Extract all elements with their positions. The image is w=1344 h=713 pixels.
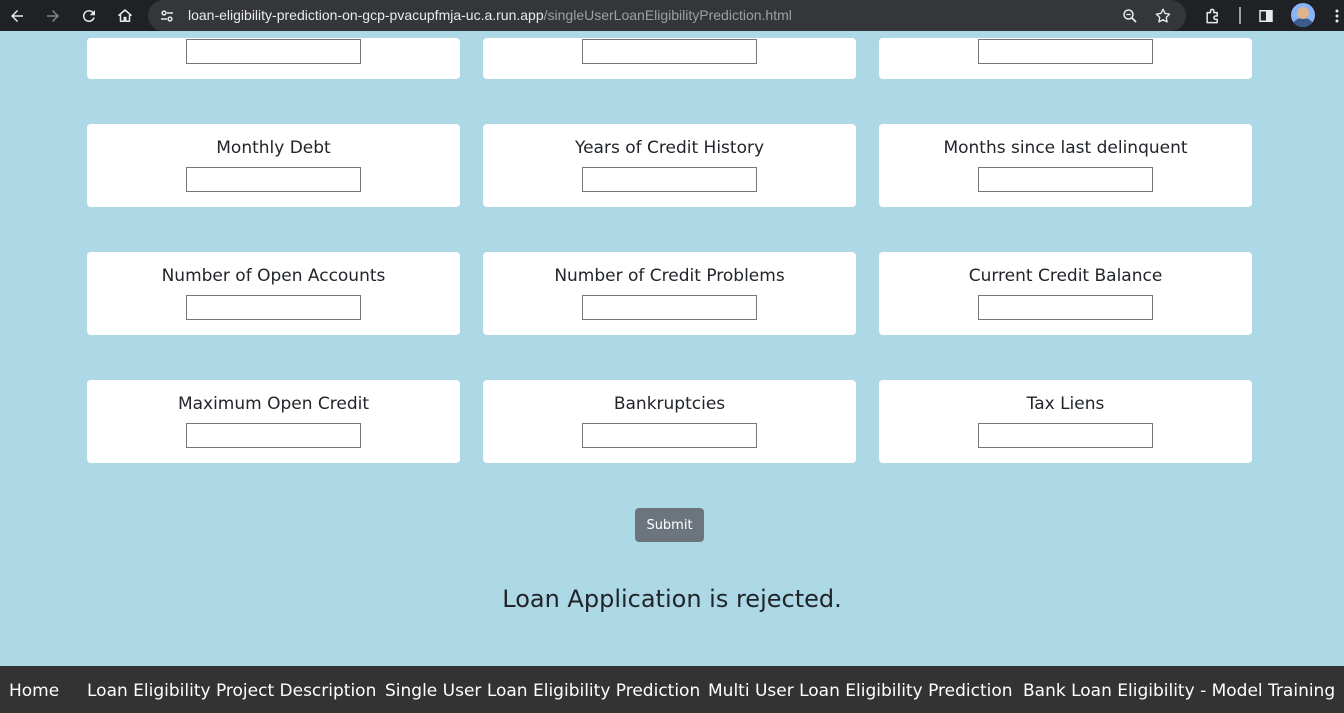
tax-liens-input[interactable] bbox=[978, 423, 1153, 448]
form-card-credit-problems: Number of Credit Problems bbox=[483, 252, 856, 335]
nav-link-project-description[interactable]: Loan Eligibility Project Description bbox=[87, 666, 376, 713]
bookmark-star-icon[interactable] bbox=[1153, 6, 1173, 26]
months-since-delinquent-input[interactable] bbox=[978, 167, 1153, 192]
nav-link-single-user-prediction[interactable]: Single User Loan Eligibility Prediction bbox=[385, 666, 700, 713]
back-icon[interactable] bbox=[2, 0, 32, 31]
form-card-months-since-delinquent: Months since last delinquent bbox=[879, 124, 1252, 207]
url-text[interactable]: loan-eligibility-prediction-on-gcp-pvacu… bbox=[188, 0, 792, 31]
bankruptcies-input[interactable] bbox=[582, 423, 757, 448]
field-label: Bankruptcies bbox=[613, 394, 726, 414]
monthly-debt-input[interactable] bbox=[186, 167, 361, 192]
field-label: Number of Open Accounts bbox=[161, 266, 386, 286]
footer-nav: Home Loan Eligibility Project Descriptio… bbox=[0, 666, 1344, 713]
nav-link-model-training[interactable]: Bank Loan Eligibility - Model Training bbox=[1023, 666, 1335, 713]
credit-balance-input[interactable] bbox=[978, 295, 1153, 320]
menu-kebab-icon[interactable] bbox=[1330, 0, 1344, 31]
submit-button[interactable]: Submit bbox=[635, 508, 704, 542]
profile-avatar[interactable] bbox=[1291, 3, 1315, 27]
form-card-partial-2 bbox=[483, 38, 856, 79]
url-host: loan-eligibility-prediction-on-gcp-pvacu… bbox=[188, 7, 544, 23]
forward-icon[interactable] bbox=[38, 0, 68, 31]
field-label: Months since last delinquent bbox=[943, 138, 1188, 158]
form-card-monthly-debt: Monthly Debt bbox=[87, 124, 460, 207]
field-label: Years of Credit History bbox=[574, 138, 765, 158]
years-credit-history-input[interactable] bbox=[582, 167, 757, 192]
url-path: /singleUserLoanEligibilityPrediction.htm… bbox=[543, 7, 792, 23]
open-accounts-input[interactable] bbox=[186, 295, 361, 320]
field-label: Maximum Open Credit bbox=[177, 394, 370, 414]
nav-link-home[interactable]: Home bbox=[9, 666, 59, 713]
form-card-years-credit-history: Years of Credit History bbox=[483, 124, 856, 207]
field-label: Number of Credit Problems bbox=[554, 266, 785, 286]
form-card-credit-balance: Current Credit Balance bbox=[879, 252, 1252, 335]
zoom-icon[interactable] bbox=[1120, 6, 1140, 26]
field-label: Tax Liens bbox=[1026, 394, 1105, 414]
partial-field-3-input[interactable] bbox=[978, 39, 1153, 64]
form-card-max-open-credit: Maximum Open Credit bbox=[87, 380, 460, 463]
avatar-face bbox=[1297, 7, 1309, 19]
nav-link-multi-user-prediction[interactable]: Multi User Loan Eligibility Prediction bbox=[708, 666, 1013, 713]
partial-field-2-input[interactable] bbox=[582, 39, 757, 64]
form-card-bankruptcies: Bankruptcies bbox=[483, 380, 856, 463]
toolbar-divider bbox=[1239, 7, 1241, 24]
address-bar[interactable]: loan-eligibility-prediction-on-gcp-pvacu… bbox=[148, 0, 1186, 31]
field-label: Current Credit Balance bbox=[968, 266, 1163, 286]
prediction-result: Loan Application is rejected. bbox=[502, 585, 842, 613]
avatar-body bbox=[1293, 18, 1313, 27]
form-card-open-accounts: Number of Open Accounts bbox=[87, 252, 460, 335]
side-panel-icon[interactable] bbox=[1254, 4, 1278, 28]
home-icon[interactable] bbox=[110, 0, 140, 31]
form-card-partial-3 bbox=[879, 38, 1252, 79]
form-card-tax-liens: Tax Liens bbox=[879, 380, 1252, 463]
form-card-partial-1 bbox=[87, 38, 460, 79]
partial-field-1-input[interactable] bbox=[186, 39, 361, 64]
field-label: Monthly Debt bbox=[216, 138, 331, 158]
reload-icon[interactable] bbox=[74, 0, 104, 31]
site-info-icon[interactable] bbox=[158, 7, 176, 25]
credit-problems-input[interactable] bbox=[582, 295, 757, 320]
browser-toolbar: loan-eligibility-prediction-on-gcp-pvacu… bbox=[0, 0, 1344, 31]
max-open-credit-input[interactable] bbox=[186, 423, 361, 448]
extensions-icon[interactable] bbox=[1201, 4, 1225, 28]
